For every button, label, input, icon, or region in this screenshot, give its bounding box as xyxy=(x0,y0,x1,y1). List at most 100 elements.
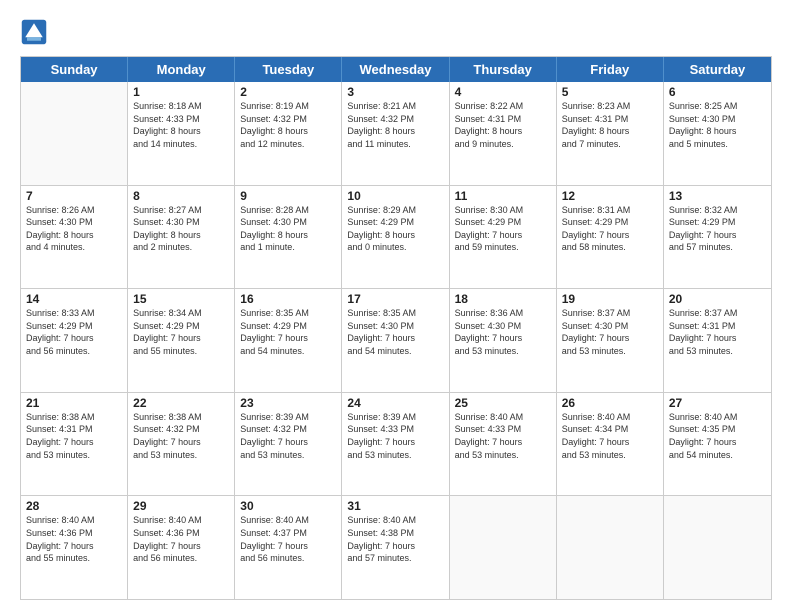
day-cell-27: 27Sunrise: 8:40 AM Sunset: 4:35 PM Dayli… xyxy=(664,393,771,496)
day-cell-24: 24Sunrise: 8:39 AM Sunset: 4:33 PM Dayli… xyxy=(342,393,449,496)
calendar: SundayMondayTuesdayWednesdayThursdayFrid… xyxy=(20,56,772,600)
calendar-body: 1Sunrise: 8:18 AM Sunset: 4:33 PM Daylig… xyxy=(21,82,771,599)
day-info: Sunrise: 8:39 AM Sunset: 4:33 PM Dayligh… xyxy=(347,411,443,461)
day-info: Sunrise: 8:40 AM Sunset: 4:34 PM Dayligh… xyxy=(562,411,658,461)
empty-cell xyxy=(664,496,771,599)
day-cell-12: 12Sunrise: 8:31 AM Sunset: 4:29 PM Dayli… xyxy=(557,186,664,289)
calendar-header: SundayMondayTuesdayWednesdayThursdayFrid… xyxy=(21,57,771,82)
week-row-1: 1Sunrise: 8:18 AM Sunset: 4:33 PM Daylig… xyxy=(21,82,771,185)
day-number: 10 xyxy=(347,189,443,203)
day-cell-15: 15Sunrise: 8:34 AM Sunset: 4:29 PM Dayli… xyxy=(128,289,235,392)
day-info: Sunrise: 8:38 AM Sunset: 4:32 PM Dayligh… xyxy=(133,411,229,461)
day-info: Sunrise: 8:38 AM Sunset: 4:31 PM Dayligh… xyxy=(26,411,122,461)
day-number: 30 xyxy=(240,499,336,513)
day-number: 4 xyxy=(455,85,551,99)
logo xyxy=(20,18,52,46)
day-cell-13: 13Sunrise: 8:32 AM Sunset: 4:29 PM Dayli… xyxy=(664,186,771,289)
day-number: 2 xyxy=(240,85,336,99)
day-number: 18 xyxy=(455,292,551,306)
day-cell-25: 25Sunrise: 8:40 AM Sunset: 4:33 PM Dayli… xyxy=(450,393,557,496)
page: SundayMondayTuesdayWednesdayThursdayFrid… xyxy=(0,0,792,612)
day-info: Sunrise: 8:27 AM Sunset: 4:30 PM Dayligh… xyxy=(133,204,229,254)
day-cell-4: 4Sunrise: 8:22 AM Sunset: 4:31 PM Daylig… xyxy=(450,82,557,185)
day-cell-11: 11Sunrise: 8:30 AM Sunset: 4:29 PM Dayli… xyxy=(450,186,557,289)
day-number: 26 xyxy=(562,396,658,410)
day-info: Sunrise: 8:21 AM Sunset: 4:32 PM Dayligh… xyxy=(347,100,443,150)
day-cell-20: 20Sunrise: 8:37 AM Sunset: 4:31 PM Dayli… xyxy=(664,289,771,392)
day-number: 31 xyxy=(347,499,443,513)
day-info: Sunrise: 8:32 AM Sunset: 4:29 PM Dayligh… xyxy=(669,204,766,254)
day-number: 5 xyxy=(562,85,658,99)
day-info: Sunrise: 8:36 AM Sunset: 4:30 PM Dayligh… xyxy=(455,307,551,357)
day-number: 8 xyxy=(133,189,229,203)
day-info: Sunrise: 8:40 AM Sunset: 4:37 PM Dayligh… xyxy=(240,514,336,564)
day-cell-9: 9Sunrise: 8:28 AM Sunset: 4:30 PM Daylig… xyxy=(235,186,342,289)
day-number: 3 xyxy=(347,85,443,99)
day-info: Sunrise: 8:34 AM Sunset: 4:29 PM Dayligh… xyxy=(133,307,229,357)
day-info: Sunrise: 8:25 AM Sunset: 4:30 PM Dayligh… xyxy=(669,100,766,150)
day-info: Sunrise: 8:33 AM Sunset: 4:29 PM Dayligh… xyxy=(26,307,122,357)
day-info: Sunrise: 8:23 AM Sunset: 4:31 PM Dayligh… xyxy=(562,100,658,150)
day-cell-21: 21Sunrise: 8:38 AM Sunset: 4:31 PM Dayli… xyxy=(21,393,128,496)
day-number: 7 xyxy=(26,189,122,203)
day-number: 22 xyxy=(133,396,229,410)
day-info: Sunrise: 8:18 AM Sunset: 4:33 PM Dayligh… xyxy=(133,100,229,150)
day-cell-30: 30Sunrise: 8:40 AM Sunset: 4:37 PM Dayli… xyxy=(235,496,342,599)
day-number: 28 xyxy=(26,499,122,513)
day-cell-14: 14Sunrise: 8:33 AM Sunset: 4:29 PM Dayli… xyxy=(21,289,128,392)
day-number: 24 xyxy=(347,396,443,410)
day-number: 11 xyxy=(455,189,551,203)
day-info: Sunrise: 8:22 AM Sunset: 4:31 PM Dayligh… xyxy=(455,100,551,150)
day-number: 16 xyxy=(240,292,336,306)
empty-cell xyxy=(21,82,128,185)
week-row-4: 21Sunrise: 8:38 AM Sunset: 4:31 PM Dayli… xyxy=(21,392,771,496)
empty-cell xyxy=(450,496,557,599)
day-number: 23 xyxy=(240,396,336,410)
day-info: Sunrise: 8:35 AM Sunset: 4:30 PM Dayligh… xyxy=(347,307,443,357)
logo-icon xyxy=(20,18,48,46)
day-header-friday: Friday xyxy=(557,57,664,82)
day-info: Sunrise: 8:28 AM Sunset: 4:30 PM Dayligh… xyxy=(240,204,336,254)
day-info: Sunrise: 8:40 AM Sunset: 4:35 PM Dayligh… xyxy=(669,411,766,461)
day-info: Sunrise: 8:30 AM Sunset: 4:29 PM Dayligh… xyxy=(455,204,551,254)
day-header-tuesday: Tuesday xyxy=(235,57,342,82)
day-header-saturday: Saturday xyxy=(664,57,771,82)
day-cell-26: 26Sunrise: 8:40 AM Sunset: 4:34 PM Dayli… xyxy=(557,393,664,496)
day-cell-18: 18Sunrise: 8:36 AM Sunset: 4:30 PM Dayli… xyxy=(450,289,557,392)
empty-cell xyxy=(557,496,664,599)
day-info: Sunrise: 8:19 AM Sunset: 4:32 PM Dayligh… xyxy=(240,100,336,150)
day-cell-22: 22Sunrise: 8:38 AM Sunset: 4:32 PM Dayli… xyxy=(128,393,235,496)
week-row-3: 14Sunrise: 8:33 AM Sunset: 4:29 PM Dayli… xyxy=(21,288,771,392)
day-info: Sunrise: 8:40 AM Sunset: 4:33 PM Dayligh… xyxy=(455,411,551,461)
day-info: Sunrise: 8:29 AM Sunset: 4:29 PM Dayligh… xyxy=(347,204,443,254)
day-info: Sunrise: 8:31 AM Sunset: 4:29 PM Dayligh… xyxy=(562,204,658,254)
day-number: 27 xyxy=(669,396,766,410)
day-cell-5: 5Sunrise: 8:23 AM Sunset: 4:31 PM Daylig… xyxy=(557,82,664,185)
day-cell-10: 10Sunrise: 8:29 AM Sunset: 4:29 PM Dayli… xyxy=(342,186,449,289)
day-number: 15 xyxy=(133,292,229,306)
day-header-wednesday: Wednesday xyxy=(342,57,449,82)
day-number: 21 xyxy=(26,396,122,410)
day-cell-19: 19Sunrise: 8:37 AM Sunset: 4:30 PM Dayli… xyxy=(557,289,664,392)
day-cell-16: 16Sunrise: 8:35 AM Sunset: 4:29 PM Dayli… xyxy=(235,289,342,392)
day-number: 19 xyxy=(562,292,658,306)
header xyxy=(20,18,772,46)
day-cell-6: 6Sunrise: 8:25 AM Sunset: 4:30 PM Daylig… xyxy=(664,82,771,185)
day-info: Sunrise: 8:35 AM Sunset: 4:29 PM Dayligh… xyxy=(240,307,336,357)
day-cell-28: 28Sunrise: 8:40 AM Sunset: 4:36 PM Dayli… xyxy=(21,496,128,599)
day-number: 12 xyxy=(562,189,658,203)
day-cell-3: 3Sunrise: 8:21 AM Sunset: 4:32 PM Daylig… xyxy=(342,82,449,185)
day-cell-7: 7Sunrise: 8:26 AM Sunset: 4:30 PM Daylig… xyxy=(21,186,128,289)
day-number: 14 xyxy=(26,292,122,306)
day-header-monday: Monday xyxy=(128,57,235,82)
day-cell-2: 2Sunrise: 8:19 AM Sunset: 4:32 PM Daylig… xyxy=(235,82,342,185)
day-header-sunday: Sunday xyxy=(21,57,128,82)
week-row-2: 7Sunrise: 8:26 AM Sunset: 4:30 PM Daylig… xyxy=(21,185,771,289)
day-number: 13 xyxy=(669,189,766,203)
week-row-5: 28Sunrise: 8:40 AM Sunset: 4:36 PM Dayli… xyxy=(21,495,771,599)
day-cell-23: 23Sunrise: 8:39 AM Sunset: 4:32 PM Dayli… xyxy=(235,393,342,496)
day-number: 20 xyxy=(669,292,766,306)
day-info: Sunrise: 8:39 AM Sunset: 4:32 PM Dayligh… xyxy=(240,411,336,461)
day-number: 25 xyxy=(455,396,551,410)
day-info: Sunrise: 8:40 AM Sunset: 4:36 PM Dayligh… xyxy=(26,514,122,564)
